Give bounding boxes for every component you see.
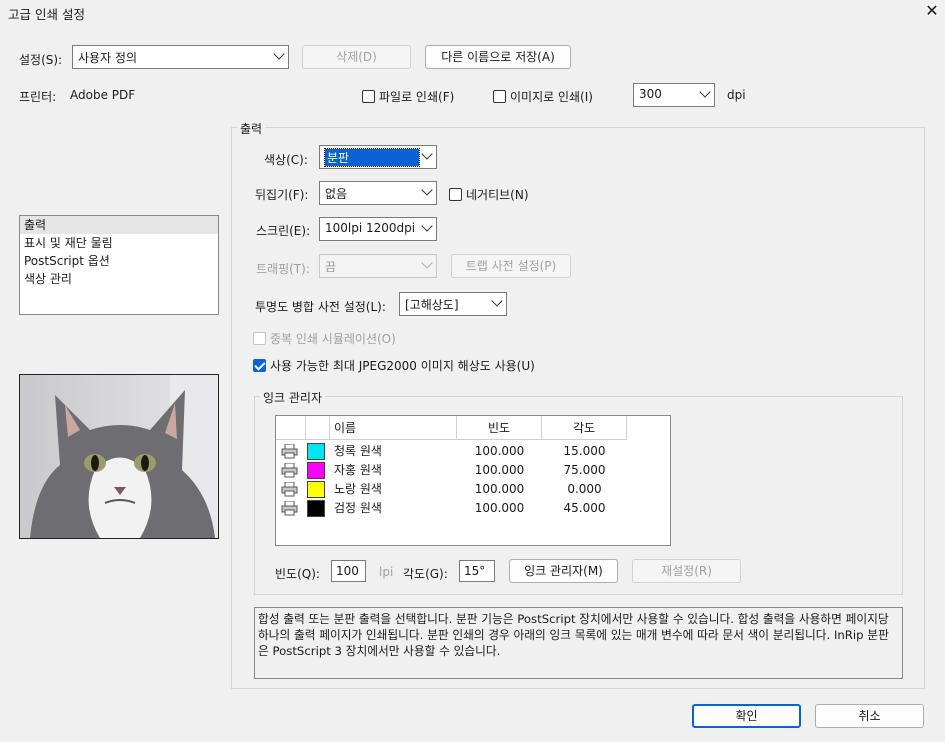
ink-frequency: 100.000 [474, 501, 525, 515]
ink-manager-button[interactable]: 잉크 관리자(M) [509, 559, 618, 583]
settings-dropdown[interactable]: 사용자 정의 [72, 45, 289, 69]
print-to-file-label: 파일로 인쇄(F) [379, 90, 455, 104]
screen-dropdown[interactable]: 100lpi 1200dpi [319, 217, 437, 241]
transparency-label: 투명도 병합 사전 설정(L): [255, 300, 386, 314]
print-to-file-checkbox[interactable]: 파일로 인쇄(F) [362, 88, 454, 105]
ink-row[interactable]: 검정 원색 100.000 45.000 [276, 499, 670, 518]
checkbox-box [253, 332, 266, 345]
chevron-down-icon [421, 184, 433, 196]
color-value: 분판 [324, 148, 420, 167]
dpi-value: 300 [639, 87, 662, 101]
ink-header-icon [276, 416, 306, 440]
printer-icon [281, 482, 298, 497]
ink-list[interactable]: 이름 빈도 각도 청록 원색 100.000 15.000 자홍 원색 100.… [275, 415, 671, 546]
screen-value: 100lpi 1200dpi [325, 221, 416, 235]
category-item-postscript[interactable]: PostScript 옵션 [20, 252, 218, 270]
checkbox-box [449, 188, 462, 201]
ink-header-name[interactable]: 이름 [330, 416, 457, 440]
trap-presets-button[interactable]: 트랩 사전 설정(P) [451, 254, 571, 278]
angle-label: 각도(G): [403, 567, 448, 581]
ink-angle: 0.000 [567, 482, 602, 496]
ink-frequency: 100.000 [474, 463, 525, 477]
ink-frequency: 100.000 [474, 444, 525, 458]
settings-value: 사용자 정의 [78, 51, 138, 65]
delete-button[interactable]: 삭제(D) [302, 45, 411, 69]
category-item-marks-bleed[interactable]: 표시 및 재단 물림 [20, 234, 218, 252]
ink-name: 자홍 원색 [334, 463, 382, 477]
page-preview [19, 374, 219, 539]
flip-dropdown[interactable]: 없음 [319, 181, 437, 205]
printer-icon [281, 463, 298, 478]
ink-frequency: 100.000 [474, 482, 525, 496]
angle-input[interactable]: 15° [459, 560, 495, 582]
ink-swatch [307, 443, 325, 460]
overprint-simulation-label: 중복 인쇄 시뮬레이션(O) [270, 332, 396, 346]
ink-name: 청록 원색 [334, 444, 382, 458]
overprint-simulation-checkbox[interactable]: 중복 인쇄 시뮬레이션(O) [253, 330, 396, 347]
ink-header-angle[interactable]: 각도 [542, 416, 627, 440]
ink-angle: 15.000 [563, 444, 606, 458]
save-as-button[interactable]: 다른 이름으로 저장(A) [425, 45, 571, 69]
trapping-dropdown[interactable]: 끔 [319, 254, 437, 278]
help-text: 합성 출력 또는 분판 출력을 선택합니다. 분판 기능은 PostScript… [254, 607, 903, 679]
frequency-label: 빈도(Q): [275, 567, 320, 581]
flip-label: 뒤집기(F): [255, 188, 309, 202]
ink-angle: 75.000 [563, 463, 606, 477]
color-dropdown[interactable]: 분판 [319, 145, 437, 169]
ink-name: 노랑 원색 [334, 482, 382, 496]
frequency-input[interactable]: 100 [331, 560, 366, 582]
ink-swatch [307, 462, 325, 479]
ink-angle: 45.000 [563, 501, 606, 515]
checkbox-box [362, 90, 375, 103]
ink-row[interactable]: 청록 원색 100.000 15.000 [276, 442, 670, 461]
negative-label: 네거티브(N) [466, 188, 529, 202]
printer-icon [281, 444, 298, 459]
chevron-down-icon [491, 295, 503, 307]
trapping-value: 끔 [325, 260, 337, 274]
window-title: 고급 인쇄 설정 [8, 7, 85, 22]
cat-preview-image [20, 375, 218, 538]
negative-checkbox[interactable]: 네거티브(N) [449, 186, 529, 203]
transparency-value: [고해상도] [405, 298, 459, 312]
ink-row[interactable]: 노랑 원색 100.000 0.000 [276, 480, 670, 499]
trapping-label: 트래핑(T): [256, 262, 310, 276]
ink-header-frequency[interactable]: 빈도 [457, 416, 542, 440]
chevron-down-icon [273, 48, 285, 60]
frequency-unit: lpi [379, 565, 394, 579]
chevron-down-icon [421, 148, 433, 160]
ink-swatch [307, 481, 325, 498]
screen-label: 스크린(E): [256, 224, 311, 238]
ink-name: 검정 원색 [334, 501, 382, 515]
dpi-dropdown[interactable]: 300 [633, 83, 715, 107]
dpi-unit: dpi [727, 88, 746, 102]
chevron-down-icon [699, 86, 711, 98]
jpeg2000-label: 사용 가능한 최대 JPEG2000 이미지 해상도 사용(U) [270, 359, 535, 373]
chevron-down-icon [421, 220, 433, 232]
print-as-image-label: 이미지로 인쇄(I) [510, 90, 593, 104]
category-item-color-management[interactable]: 색상 관리 [20, 270, 218, 288]
category-item-output[interactable]: 출력 [20, 216, 218, 234]
settings-label: 설정(S): [19, 53, 63, 67]
cancel-button[interactable]: 취소 [815, 704, 924, 728]
ink-swatch [307, 500, 325, 517]
flip-value: 없음 [325, 187, 348, 201]
checkbox-checked [253, 359, 266, 372]
transparency-dropdown[interactable]: [고해상도] [399, 292, 507, 316]
close-icon[interactable]: ✕ [922, 0, 942, 22]
printer-label: 프린터: [19, 90, 57, 104]
checkbox-box [493, 90, 506, 103]
output-group-title: 출력 [237, 120, 266, 137]
printer-name: Adobe PDF [70, 88, 136, 102]
ink-row[interactable]: 자홍 원색 100.000 75.000 [276, 461, 670, 480]
ink-header-swatch [306, 416, 330, 440]
chevron-down-icon [421, 257, 433, 269]
reset-button[interactable]: 재설정(R) [632, 559, 741, 583]
ok-button[interactable]: 확인 [692, 704, 801, 728]
category-list[interactable]: 출력 표시 및 재단 물림 PostScript 옵션 색상 관리 [19, 215, 219, 315]
printer-icon [281, 501, 298, 516]
ink-manager-title: 잉크 관리자 [260, 389, 326, 406]
jpeg2000-checkbox[interactable]: 사용 가능한 최대 JPEG2000 이미지 해상도 사용(U) [253, 357, 535, 374]
print-as-image-checkbox[interactable]: 이미지로 인쇄(I) [493, 88, 593, 105]
color-label: 색상(C): [264, 153, 308, 167]
